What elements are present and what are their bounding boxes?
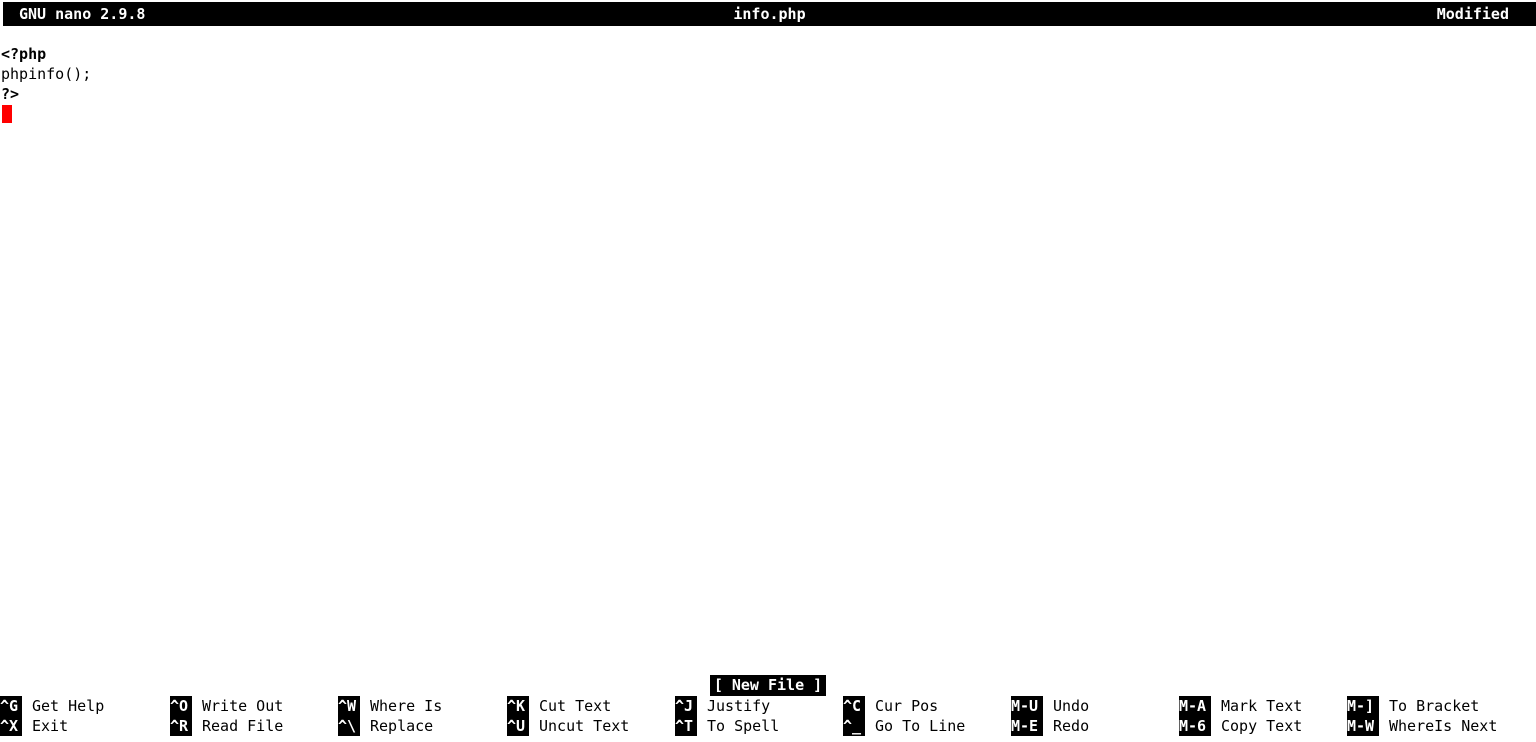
shortcut-entry[interactable]: M-E Redo	[1011, 716, 1089, 736]
shortcut-entry[interactable]: ^W Where Is	[338, 696, 442, 716]
titlebar-inverse-strip: GNU nano 2.9.8 info.php Modified	[3, 2, 1536, 26]
shortcut-label: Read File	[202, 717, 284, 735]
shortcut-label: Write Out	[202, 697, 284, 715]
shortcut-key-badge: ^U	[507, 716, 529, 736]
shortcut-label: Copy Text	[1221, 717, 1303, 735]
shortcut-entry[interactable]: ^T To Spell	[675, 716, 779, 736]
modified-indicator: Modified	[1436, 5, 1509, 23]
shortcut-key-badge: ^\	[338, 716, 360, 736]
shortcut-key-badge: ^K	[507, 696, 529, 716]
shortcut-label: Uncut Text	[539, 717, 630, 735]
shortcut-label: Where Is	[370, 697, 443, 715]
shortcut-label: Redo	[1053, 717, 1090, 735]
filename-label: info.php	[733, 5, 806, 23]
shortcut-label: To Spell	[707, 717, 780, 735]
shortcut-label: To Bracket	[1389, 697, 1480, 715]
shortcut-label: Mark Text	[1221, 697, 1303, 715]
shortcut-help-bar: ^G Get Help ^X Exit ^O Write Out ^R Read File ^W…	[0, 696, 1536, 742]
shortcut-entry[interactable]: ^K Cut Text	[507, 696, 611, 716]
shortcut-key-badge: ^T	[675, 716, 697, 736]
terminal-window: GNU nano 2.9.8 info.php Modified <?php p…	[0, 0, 1536, 742]
shortcut-key-badge: ^O	[170, 696, 192, 716]
shortcut-label: WhereIs Next	[1389, 717, 1498, 735]
shortcut-key-badge: ^X	[0, 716, 22, 736]
code-line: phpinfo();	[1, 65, 92, 83]
shortcut-key-badge: M-6	[1179, 716, 1211, 736]
shortcut-entry[interactable]: ^U Uncut Text	[507, 716, 629, 736]
shortcut-key-badge: ^W	[338, 696, 360, 716]
shortcut-key-badge: ^_	[843, 716, 865, 736]
shortcut-entry[interactable]: ^G Get Help	[0, 696, 104, 716]
shortcut-label: Undo	[1053, 697, 1090, 715]
shortcut-entry[interactable]: M-6 Copy Text	[1179, 716, 1302, 736]
shortcut-key-badge: M-]	[1347, 696, 1379, 716]
titlebar: GNU nano 2.9.8 info.php Modified	[0, 0, 1536, 27]
shortcut-key-badge: M-W	[1347, 716, 1379, 736]
shortcut-label: Exit	[32, 717, 69, 735]
shortcut-entry[interactable]: M-] To Bracket	[1347, 696, 1479, 716]
shortcut-label: Cut Text	[539, 697, 612, 715]
shortcut-key-badge: ^J	[675, 696, 697, 716]
text-cursor	[2, 105, 12, 123]
shortcut-label: Cur Pos	[875, 697, 939, 715]
shortcut-label: Replace	[370, 717, 434, 735]
shortcut-entry[interactable]: ^_ Go To Line	[843, 716, 965, 736]
shortcut-entry[interactable]: ^C Cur Pos	[843, 696, 938, 716]
code-line: ?>	[1, 85, 20, 103]
shortcut-entry[interactable]: ^X Exit	[0, 716, 68, 736]
shortcut-entry[interactable]: M-U Undo	[1011, 696, 1089, 716]
shortcut-key-badge: ^G	[0, 696, 22, 716]
status-message: [ New File ]	[709, 675, 827, 696]
code-line: <?php	[1, 45, 47, 63]
shortcut-key-badge: M-A	[1179, 696, 1211, 716]
shortcut-label: Get Help	[32, 697, 105, 715]
shortcut-key-badge: M-U	[1011, 696, 1043, 716]
shortcut-key-badge: M-E	[1011, 716, 1043, 736]
status-bar: [ New File ]	[0, 675, 1536, 696]
shortcut-entry[interactable]: ^R Read File	[170, 716, 283, 736]
shortcut-key-badge: ^R	[170, 716, 192, 736]
shortcut-entry[interactable]: ^J Justify	[675, 696, 770, 716]
shortcut-label: Justify	[707, 697, 771, 715]
shortcut-entry[interactable]: M-W WhereIs Next	[1347, 716, 1497, 736]
shortcut-label: Go To Line	[875, 717, 966, 735]
shortcut-key-badge: ^C	[843, 696, 865, 716]
shortcut-entry[interactable]: ^O Write Out	[170, 696, 283, 716]
shortcut-entry[interactable]: M-A Mark Text	[1179, 696, 1302, 716]
editor-buffer[interactable]: <?php phpinfo(); ?>	[0, 44, 1536, 654]
shortcut-entry[interactable]: ^\ Replace	[338, 716, 433, 736]
